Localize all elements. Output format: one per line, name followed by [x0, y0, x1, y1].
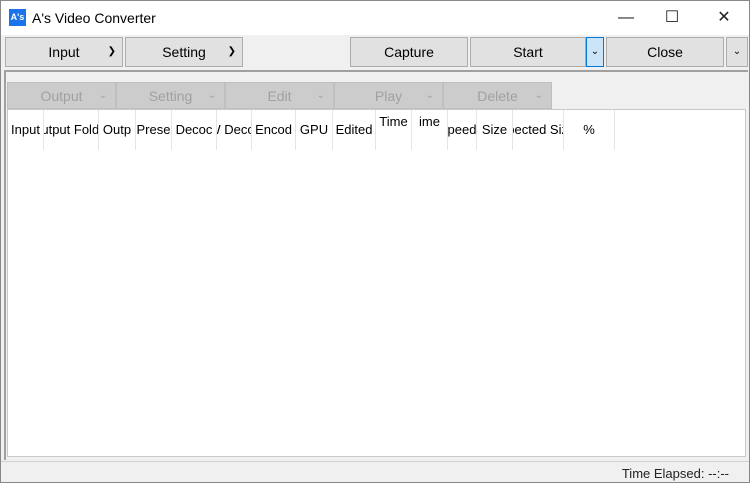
column-header[interactable]: Size: [477, 110, 513, 150]
app-logo-icon: A's: [9, 9, 26, 26]
column-header[interactable]: peed: [448, 110, 477, 150]
play-button[interactable]: Play ⌄: [334, 82, 443, 109]
capture-button[interactable]: Capture: [350, 37, 468, 67]
close-dropdown-chevron-icon[interactable]: ⌄: [726, 37, 748, 67]
start-dropdown-chevron-icon[interactable]: ⌄: [586, 37, 604, 67]
column-header[interactable]: ime: [412, 110, 448, 150]
input-label: Input: [48, 44, 80, 60]
column-header[interactable]: Prese: [136, 110, 172, 150]
column-header[interactable]: Encod: [252, 110, 296, 150]
setting-label: Setting: [162, 44, 206, 60]
column-header[interactable]: Time: [376, 110, 412, 150]
column-header[interactable]: Input: [8, 110, 44, 150]
column-header[interactable]: GPU: [296, 110, 333, 150]
input-button[interactable]: Input ❯: [5, 37, 123, 67]
time-elapsed: Time Elapsed: --:--: [621, 466, 729, 481]
start-button[interactable]: Start: [470, 37, 586, 67]
edit-button[interactable]: Edit ⌄: [225, 82, 334, 109]
output-button[interactable]: Output ⌄: [7, 82, 116, 109]
chevron-down-icon: ⌄: [425, 90, 434, 101]
chevron-down-icon: ⌄: [207, 90, 216, 101]
chevron-down-icon: ⌄: [316, 90, 325, 101]
setting-label: Setting: [148, 88, 193, 104]
column-header[interactable]: Outp: [99, 110, 136, 150]
column-header[interactable]: Decoc: [172, 110, 217, 150]
close-button[interactable]: Close: [606, 37, 724, 67]
close-window-icon[interactable]: ✕: [701, 1, 747, 35]
chevron-down-icon: ⌄: [534, 90, 543, 101]
delete-button[interactable]: Delete ⌄: [443, 82, 552, 109]
title-bar: A's A's Video Converter — ☐ ✕: [1, 1, 749, 35]
play-label: Play: [374, 88, 403, 104]
window-title: A's Video Converter: [32, 10, 156, 26]
minimize-icon[interactable]: —: [603, 1, 649, 35]
chevron-down-icon: ❯: [227, 46, 236, 57]
setting-button[interactable]: Setting ❯: [125, 37, 243, 67]
chevron-down-icon: ❯: [107, 46, 116, 57]
delete-label: Delete: [477, 88, 518, 104]
file-list-table[interactable]: InputOutput FolderOutpPreseDecocHW Decod…: [7, 109, 746, 457]
output-label: Output: [40, 88, 83, 104]
maximize-icon[interactable]: ☐: [649, 1, 695, 35]
column-header[interactable]: Output Folder: [44, 110, 99, 150]
edit-label: Edit: [267, 88, 292, 104]
status-bar: Time Elapsed: --:--: [1, 461, 749, 483]
column-header[interactable]: HW Decode: [217, 110, 252, 150]
chevron-down-icon: ⌄: [98, 90, 107, 101]
column-header[interactable]: %: [564, 110, 615, 150]
column-header[interactable]: xpected Size: [513, 110, 564, 150]
sub-setting-button[interactable]: Setting ⌄: [116, 82, 225, 109]
column-header[interactable]: Edited: [333, 110, 376, 150]
